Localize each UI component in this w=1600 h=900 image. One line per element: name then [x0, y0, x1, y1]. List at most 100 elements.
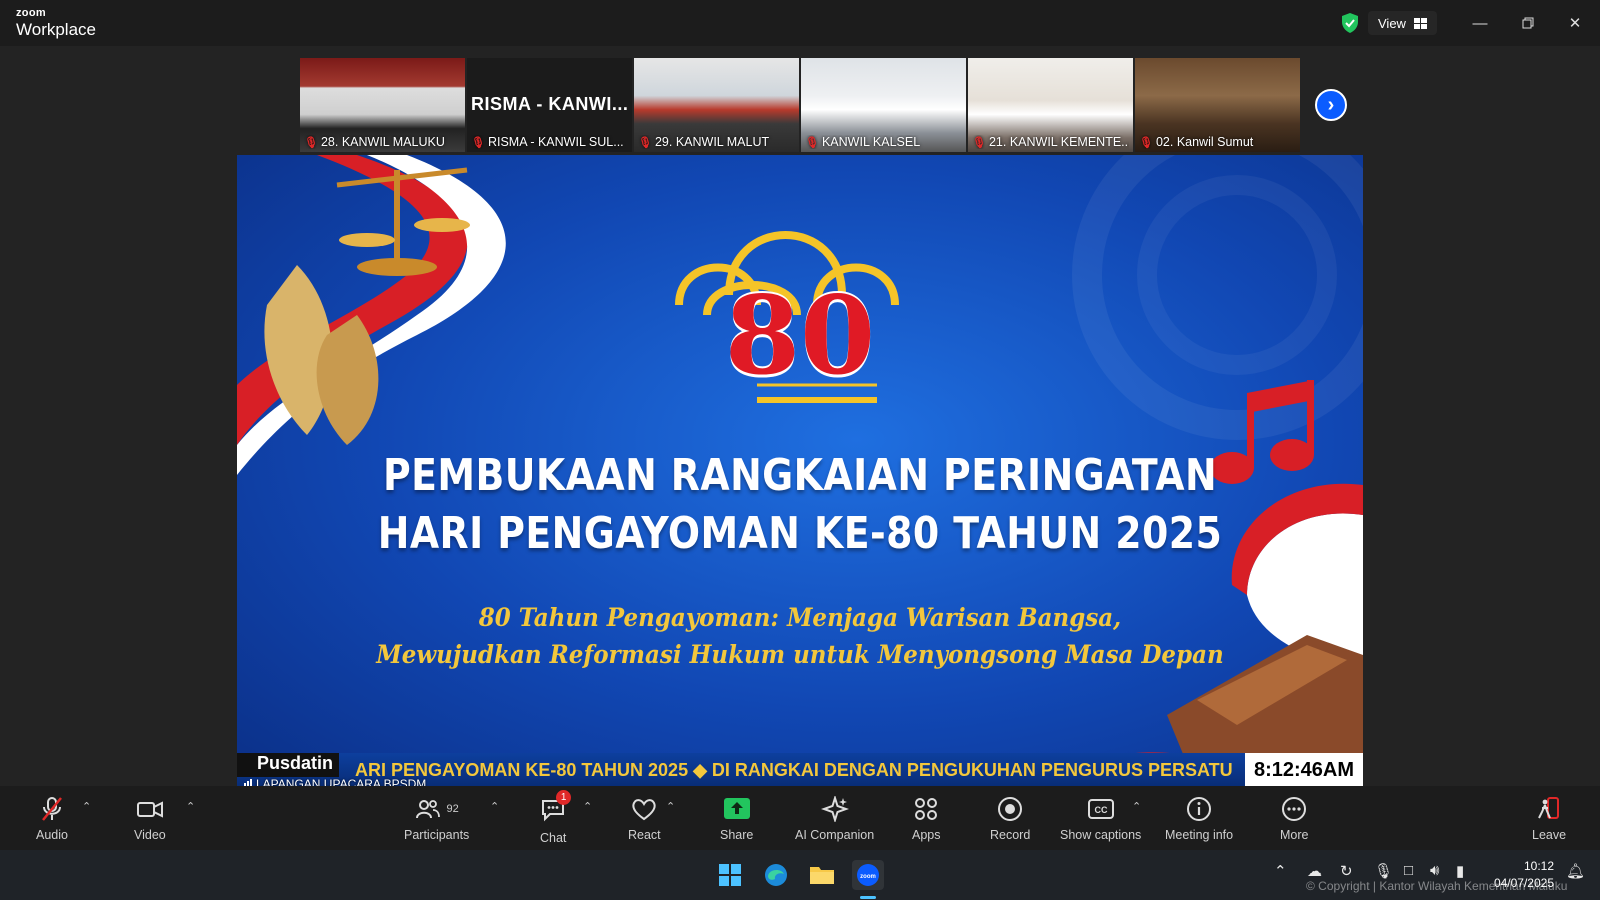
react-button[interactable]: React — [628, 796, 661, 842]
participant-name: 29. KANWIL MALUT — [654, 135, 770, 149]
chat-label: Chat — [540, 831, 567, 845]
chat-button[interactable]: 1 Chat — [540, 790, 572, 845]
video-camera-icon — [136, 801, 163, 818]
video-button[interactable]: Video — [134, 796, 166, 842]
captions-options-chevron-icon[interactable]: ⌃ — [1132, 800, 1141, 813]
apps-icon — [915, 798, 938, 820]
chat-options-chevron-icon[interactable]: ⌃ — [583, 800, 592, 813]
info-icon — [1187, 797, 1212, 821]
anniversary-logo-number: 80 — [724, 273, 876, 399]
leave-button[interactable]: Leave — [1532, 796, 1566, 842]
windows-start-icon[interactable] — [714, 860, 746, 890]
audio-options-chevron-icon[interactable]: ⌃ — [82, 800, 91, 813]
ticker-text: ARI PENGAYOMAN KE-80 TAHUN 2025 ◆ DI RAN… — [355, 760, 1233, 780]
more-dots-icon — [1282, 797, 1307, 821]
participants-label: Participants — [404, 828, 470, 842]
mic-muted-icon: 🎙︎ — [638, 136, 652, 149]
ai-companion-button[interactable]: AI Companion — [795, 796, 874, 842]
volume-icon[interactable]: 🔊︎ — [1430, 862, 1439, 879]
share-headline: PEMBUKAAN RANGKAIAN PERINGATAN HARI PENG… — [316, 447, 1284, 563]
ticker-source: Pusdatin — [237, 753, 340, 777]
show-captions-button[interactable]: CC Show captions — [1060, 796, 1141, 842]
share-button[interactable]: Share — [720, 796, 753, 842]
notification-bell-icon[interactable]: 🔔︎ — [1566, 862, 1585, 880]
tagline-line-2: Mewujudkan Reformasi Hukum untuk Menyong… — [376, 640, 1224, 669]
meeting-toolbar: Audio ⌃ Video ⌃ 92 Participants ⌃ 1 Chat… — [0, 786, 1600, 850]
react-label: React — [628, 828, 661, 842]
encryption-shield-icon[interactable] — [1340, 12, 1360, 34]
share-screen-icon — [723, 798, 750, 819]
record-button[interactable]: Record — [990, 796, 1030, 842]
title-bar: zoom Workplace View — ✕ — [0, 0, 1600, 46]
participant-tile[interactable]: 🎙︎ 28. KANWIL MALUKU — [300, 58, 465, 152]
leave-door-icon — [1538, 797, 1560, 819]
headline-line-2: HARI PENGAYOMAN KE-80 TAHUN 2025 — [377, 508, 1223, 559]
mic-muted-icon: 🎙︎ — [972, 136, 986, 149]
share-label: Share — [720, 828, 754, 842]
close-icon[interactable]: ✕ — [1563, 11, 1587, 35]
file-explorer-icon[interactable] — [806, 860, 838, 890]
battery-icon[interactable]: ▮ — [1456, 862, 1464, 880]
captions-label: Show captions — [1060, 828, 1142, 842]
participant-tile[interactable]: RISMA - KANWI... 🎙︎ RISMA - KANWIL SUL... — [467, 58, 632, 152]
video-options-chevron-icon[interactable]: ⌃ — [186, 800, 195, 813]
ai-companion-label: AI Companion — [795, 828, 875, 842]
meeting-info-label: Meeting info — [1165, 828, 1234, 842]
network-icon[interactable]: □ — [1404, 862, 1413, 879]
audio-label: Audio — [36, 828, 68, 842]
leave-label: Leave — [1532, 828, 1567, 842]
view-button[interactable]: View — [1368, 11, 1437, 35]
svg-text:zoom: zoom — [860, 874, 876, 880]
minimize-icon[interactable]: — — [1468, 11, 1492, 35]
participant-tile[interactable]: 🎙︎ 02. Kanwil Sumut — [1135, 58, 1300, 152]
participants-icon — [415, 800, 440, 819]
headline-line-1: PEMBUKAAN RANGKAIAN PERINGATAN — [382, 450, 1218, 501]
participants-count: 92 — [446, 803, 459, 815]
chevron-right-icon: › — [1327, 93, 1335, 116]
participant-tile[interactable]: 🎙︎ KANWIL KALSEL — [801, 58, 966, 152]
participant-tile[interactable]: 🎙︎ 21. KANWIL KEMENTE... — [968, 58, 1133, 152]
more-label: More — [1280, 828, 1309, 842]
zoom-app-icon[interactable]: zoom — [852, 860, 884, 890]
next-page-button[interactable]: › — [1315, 89, 1347, 121]
react-options-chevron-icon[interactable]: ⌃ — [666, 800, 675, 813]
mic-muted-icon: 🎙︎ — [1139, 136, 1153, 149]
shared-screen: 80 PEMBUKAAN RANGKAIAN PERINGATAN HARI P… — [237, 155, 1363, 788]
active-app-indicator — [860, 896, 876, 899]
meeting-info-button[interactable]: Meeting info — [1165, 796, 1233, 842]
tray-overflow-chevron-icon[interactable]: ⌃ — [1274, 862, 1287, 880]
participant-name: KANWIL KALSEL — [821, 135, 921, 149]
participant-name: 28. KANWIL MALUKU — [320, 135, 445, 149]
brand-name: Workplace — [16, 20, 96, 39]
participants-options-chevron-icon[interactable]: ⌃ — [490, 800, 499, 813]
participant-name: RISMA - KANWIL SUL... — [487, 135, 624, 149]
microphone-tray-icon[interactable]: 🎙︎ — [1374, 862, 1393, 880]
mic-muted-icon: 🎙︎ — [471, 136, 485, 149]
svg-text:CC: CC — [1094, 805, 1107, 815]
brand-small: zoom — [16, 7, 46, 19]
participant-strip: 🎙︎ 28. KANWIL MALUKU RISMA - KANWI... 🎙︎ R… — [300, 58, 1300, 152]
sparkle-icon — [820, 796, 849, 822]
record-label: Record — [990, 828, 1031, 842]
participant-video-text: RISMA - KANWI... — [471, 94, 629, 114]
participants-button[interactable]: 92 Participants — [404, 796, 469, 842]
mic-muted-icon: 🎙︎ — [304, 136, 318, 149]
apps-label: Apps — [912, 828, 941, 842]
chat-unread-badge: 1 — [556, 790, 572, 805]
audio-button[interactable]: Audio — [36, 796, 68, 842]
system-time: 10:12 — [1523, 859, 1554, 873]
apps-button[interactable]: Apps — [912, 796, 941, 842]
mic-muted-icon: 🎙︎ — [805, 136, 819, 149]
cloud-sync-icon[interactable]: ☁ — [1307, 862, 1322, 880]
app-logo: zoom Workplace — [16, 7, 96, 39]
more-button[interactable]: More — [1280, 796, 1308, 842]
grid-view-icon — [1413, 17, 1427, 29]
restore-icon[interactable] — [1516, 11, 1540, 35]
participant-tile[interactable]: 🎙︎ 29. KANWIL MALUT — [634, 58, 799, 152]
share-tagline: 80 Tahun Pengayoman: Menjaga Warisan Ban… — [282, 599, 1318, 673]
copyright-watermark: © Copyright | Kantor Wilayah Kementrian … — [1306, 879, 1568, 893]
tagline-line-1: 80 Tahun Pengayoman: Menjaga Warisan Ban… — [478, 603, 1122, 632]
refresh-sync-icon[interactable]: ↻ — [1340, 862, 1353, 880]
video-label: Video — [134, 828, 166, 842]
edge-browser-icon[interactable] — [760, 860, 792, 890]
